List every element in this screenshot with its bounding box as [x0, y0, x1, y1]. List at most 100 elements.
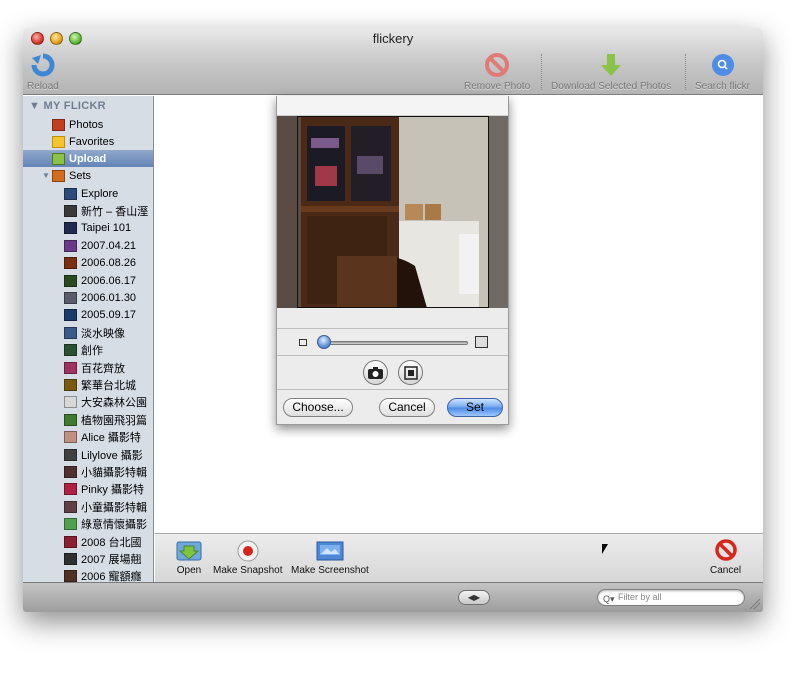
sidebar-set-label: 創作: [81, 345, 103, 358]
remove-photo-button[interactable]: Remove Photo: [464, 52, 530, 92]
sidebar-set-item[interactable]: 2007.04.21: [23, 237, 153, 254]
zoom-slider-knob[interactable]: [317, 335, 331, 349]
bottom-toolbar: Open Make Snapshot Make Screenshot Cance…: [155, 533, 763, 582]
set-thumbnail-icon: [64, 187, 77, 200]
download-selected-button[interactable]: Download Selected Photos: [551, 52, 671, 92]
sidebar-set-label: Taipei 101: [81, 222, 132, 235]
sidebar-set-item[interactable]: 百花齊放: [23, 359, 153, 376]
sidebar-set-item[interactable]: 大安森林公園: [23, 394, 153, 411]
effects-button[interactable]: [398, 360, 423, 385]
sidebar-set-item[interactable]: Taipei 101: [23, 220, 153, 237]
upload-arrow-icon: [52, 152, 65, 165]
set-thumbnail-icon: [64, 274, 77, 287]
sidebar-set-item[interactable]: 小貓攝影特輯: [23, 463, 153, 480]
sidebar-header-label: MY FLICKR: [43, 100, 106, 112]
sidebar-set-label: 淡水映像: [81, 327, 125, 340]
sidebar-set-label: 新竹 – 香山溼: [81, 205, 149, 218]
camera-preview-image[interactable]: [277, 116, 508, 308]
sidebar-set-item[interactable]: 2008 台北國: [23, 533, 153, 550]
sidebar-set-label: 2007 展場翹: [81, 553, 142, 566]
sidebar-set-item[interactable]: 小童攝影特輯: [23, 498, 153, 515]
sidebar-set-label: Alice 攝影特: [81, 432, 141, 445]
remove-prohibited-icon: [485, 53, 510, 77]
sidebar-set-label: 繁華台北城: [81, 379, 136, 392]
sidebar-set-item[interactable]: 綠意情懷攝影: [23, 516, 153, 533]
set-thumbnail-icon: [64, 361, 77, 374]
sidebar-set-item[interactable]: Pinky 攝影特: [23, 481, 153, 498]
sheet-divider: [277, 389, 508, 390]
reload-icon: [31, 53, 55, 77]
sidebar-set-label: 2006.06.17: [81, 274, 137, 287]
set-thumbnail-icon: [64, 465, 77, 478]
search-flickr-button[interactable]: Search flickr: [695, 52, 750, 92]
sidebar-set-item[interactable]: 2006.08.26: [23, 255, 153, 272]
sidebar-item-label: Photos: [69, 118, 104, 131]
sidebar-item-sets[interactable]: Sets: [23, 167, 153, 184]
take-picture-button[interactable]: [363, 360, 388, 385]
resize-grip-icon[interactable]: [750, 599, 760, 609]
sidebar-set-label: Pinky 攝影特: [81, 484, 144, 497]
set-button[interactable]: Set: [447, 398, 503, 417]
make-snapshot-button[interactable]: Make Snapshot: [213, 538, 283, 576]
sidebar-set-item[interactable]: 新竹 – 香山溼: [23, 202, 153, 219]
set-thumbnail-icon: [64, 326, 77, 339]
favorites-star-icon: [52, 135, 65, 148]
sidebar-set-label: Lilylove 攝影: [81, 449, 143, 462]
make-screenshot-button[interactable]: Make Screenshot: [291, 538, 369, 576]
set-thumbnail-icon: [64, 204, 77, 217]
sidebar-set-item[interactable]: 創作: [23, 342, 153, 359]
sets-icon: [52, 169, 65, 182]
sidebar-set-item[interactable]: 植物園飛羽篇: [23, 411, 153, 428]
sheet-divider: [277, 328, 508, 329]
crop-frame[interactable]: [297, 116, 489, 308]
next-arrow-icon[interactable]: ▶: [474, 593, 480, 602]
choose-button[interactable]: Choose...: [283, 398, 353, 417]
sidebar-set-label: 大安森林公園: [81, 397, 147, 410]
picture-taker-sheet: Choose... Cancel Set: [276, 96, 509, 425]
sidebar-set-item[interactable]: Alice 攝影特: [23, 429, 153, 446]
sidebar-item-favorites[interactable]: Favorites: [23, 133, 153, 150]
sidebar-set-label: 2007.04.21: [81, 239, 137, 252]
sidebar-set-item[interactable]: 2006.06.17: [23, 272, 153, 289]
sidebar: ▼ MY FLICKR Photos Favorites Upload ▼ Se…: [23, 96, 154, 582]
sheet-cancel-button[interactable]: Cancel: [379, 398, 435, 417]
screenshot-icon: [316, 541, 344, 561]
open-button[interactable]: Open: [175, 538, 203, 576]
sidebar-set-item[interactable]: Lilylove 攝影: [23, 446, 153, 463]
sidebar-set-label: 綠意情懷攝影: [81, 519, 147, 532]
sidebar-item-upload[interactable]: Upload: [23, 150, 153, 167]
cancel-button[interactable]: Cancel: [710, 538, 741, 576]
sidebar-set-label: 2008 台北國: [81, 536, 142, 549]
set-thumbnail-icon: [64, 448, 77, 461]
set-thumbnail-icon: [64, 344, 77, 357]
search-filter-icon[interactable]: Q▾: [603, 592, 615, 607]
sidebar-set-item[interactable]: 2005.09.17: [23, 307, 153, 324]
sidebar-set-item[interactable]: 2007 展場翹: [23, 550, 153, 567]
record-icon: [237, 540, 259, 562]
set-thumbnail-icon: [64, 396, 77, 409]
set-thumbnail-icon: [64, 413, 77, 426]
reload-button[interactable]: Reload: [27, 52, 59, 92]
set-thumbnail-icon: [64, 570, 77, 582]
sidebar-set-item[interactable]: 2006 寵額癮: [23, 568, 153, 582]
set-thumbnail-icon: [64, 291, 77, 304]
status-bar: ◀▶ Q▾ Filter by all: [23, 582, 763, 612]
sidebar-set-label: 2006 寵額癮: [81, 571, 142, 582]
sidebar-item-photos[interactable]: Photos: [23, 116, 153, 133]
set-thumbnail-icon: [64, 378, 77, 391]
prev-next-segmented-control[interactable]: ◀▶: [458, 590, 490, 605]
sidebar-set-label: 百花齊放: [81, 362, 125, 375]
sidebar-set-item[interactable]: 淡水映像: [23, 324, 153, 341]
sidebar-set-item[interactable]: 2006.01.30: [23, 289, 153, 306]
filter-search-field[interactable]: Q▾ Filter by all: [597, 589, 745, 606]
download-arrow-icon: [601, 54, 622, 76]
sidebar-set-item[interactable]: 繁華台北城: [23, 376, 153, 393]
sidebar-set-item[interactable]: Explore: [23, 185, 153, 202]
set-thumbnail-icon: [64, 535, 77, 548]
make-screenshot-label: Make Screenshot: [291, 565, 369, 576]
app-window: flickery Reload Remove Photo Download Se…: [23, 28, 763, 612]
sheet-divider: [277, 355, 508, 356]
set-thumbnail-icon: [64, 483, 77, 496]
zoom-slider-track[interactable]: [317, 341, 468, 345]
toolbar-separator: [685, 54, 686, 90]
